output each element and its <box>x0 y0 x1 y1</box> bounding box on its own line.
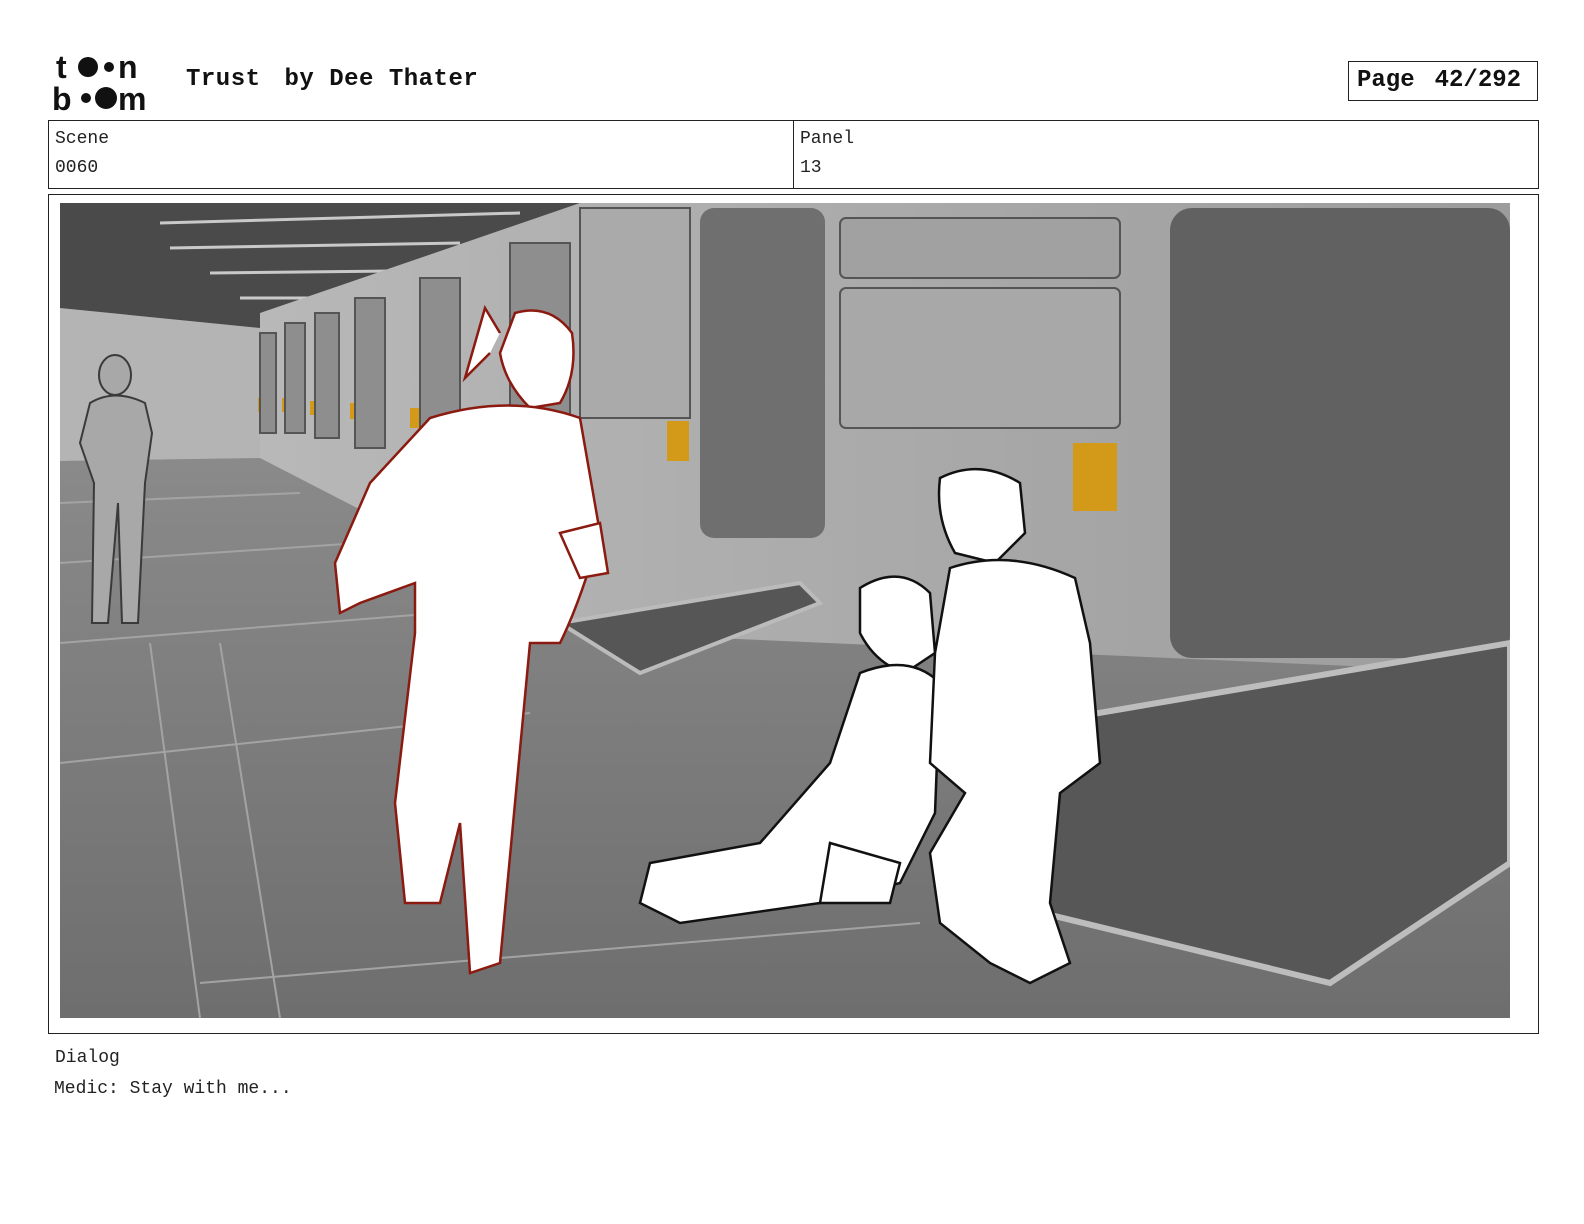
panel-label: Panel <box>800 129 855 149</box>
page-label: Page <box>1357 67 1415 94</box>
dialog-label: Dialog <box>55 1048 120 1068</box>
svg-text:b: b <box>52 81 72 112</box>
panel-cell: Panel 13 <box>793 121 1538 188</box>
svg-text:n: n <box>118 50 138 85</box>
scene-value: 0060 <box>55 158 99 178</box>
dialog-text: Medic: Stay with me... <box>54 1079 292 1099</box>
project-title: Trust <box>186 66 261 93</box>
document-title: Trust by Dee Thater <box>186 66 478 93</box>
svg-text:m: m <box>118 81 146 112</box>
panel-value: 13 <box>800 158 822 178</box>
scene-panel-info: Scene 0060 Panel 13 <box>48 120 1539 189</box>
page-counter: Page 42/292 <box>1348 61 1538 101</box>
scene-cell: Scene 0060 <box>49 121 793 188</box>
toon-boom-logo: t n b m <box>52 49 164 117</box>
author-credit: by Dee Thater <box>284 66 479 93</box>
page-value: 42/292 <box>1434 67 1522 94</box>
scene-label: Scene <box>55 129 110 149</box>
svg-text:t: t <box>56 50 67 85</box>
panel-frame <box>48 194 1539 1034</box>
storyboard-sketch-image <box>60 203 1510 1018</box>
